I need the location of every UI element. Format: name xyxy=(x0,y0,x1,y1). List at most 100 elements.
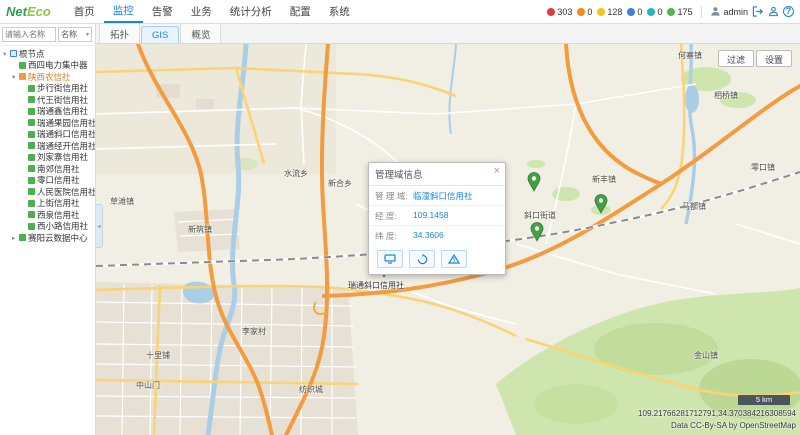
tree-item-branch[interactable]: 南郊信用社 xyxy=(0,163,95,175)
search-input[interactable] xyxy=(2,27,56,42)
popup-field-domain: 管 理 域: 临潼斜口信用社 xyxy=(369,186,505,206)
info-alarm-icon xyxy=(647,8,655,16)
chevron-down-icon: ▾ xyxy=(86,31,89,38)
site-node-icon xyxy=(28,165,35,172)
map-town-label: 相桥镇 xyxy=(714,90,738,101)
site-node-icon xyxy=(28,85,35,92)
tree-item-branch[interactable]: 步行街信用社 xyxy=(0,83,95,95)
menu-item-statistics[interactable]: 统计分析 xyxy=(221,0,281,23)
map-settings-button[interactable]: 设置 xyxy=(756,50,792,67)
tab-gis[interactable]: GIS xyxy=(141,26,179,43)
menu-item-business[interactable]: 业务 xyxy=(182,0,221,23)
pin-icon xyxy=(594,194,608,214)
tree-item-branch[interactable]: 瑞通果园信用社 xyxy=(0,117,95,129)
tree-item-shaanxi-rcc[interactable]: ▾陕西农信社 xyxy=(0,71,95,83)
tab-overview[interactable]: 概览 xyxy=(180,23,221,43)
site-node-icon xyxy=(28,188,35,195)
datacenter-node-icon xyxy=(19,234,26,241)
site-node-icon xyxy=(28,119,35,126)
tree-item-branch[interactable]: 西小路信用社 xyxy=(0,221,95,233)
map-town-label: 草滩镇 xyxy=(110,196,134,207)
map-marker[interactable] xyxy=(594,194,608,219)
current-user[interactable]: admin xyxy=(710,6,748,17)
map-marker[interactable] xyxy=(530,222,544,247)
map-town-label: 何寨镇 xyxy=(678,50,702,61)
neteco-logo: NetEco xyxy=(6,4,51,19)
menu-item-monitor[interactable]: 监控 xyxy=(104,0,143,23)
normal-status-icon xyxy=(667,8,675,16)
map-town-label: 李家村 xyxy=(242,326,266,337)
tree-item-root[interactable]: ▾根节点 xyxy=(0,48,95,60)
tree-item-branch[interactable]: 刘家寨信用社 xyxy=(0,152,95,164)
site-node-icon xyxy=(28,154,35,161)
tree-item-branch[interactable]: 瑞通经开信用社 xyxy=(0,140,95,152)
site-node-icon xyxy=(28,200,35,207)
alarm-badge-minor[interactable]: 128 xyxy=(597,7,622,17)
main-menu: 首页 监控 告警 业务 统计分析 配置 系统 xyxy=(65,0,359,23)
tree-item-branch[interactable]: 零口信用社 xyxy=(0,175,95,187)
menu-item-alarm[interactable]: 告警 xyxy=(143,0,182,23)
menu-item-config[interactable]: 配置 xyxy=(281,0,320,23)
map-town-label: 新筑镇 xyxy=(188,224,212,235)
menu-item-system[interactable]: 系统 xyxy=(320,0,359,23)
map-town-label: 马额镇 xyxy=(682,201,706,212)
chevron-down-icon[interactable]: ▾ xyxy=(12,73,19,81)
tree-item-datacenter[interactable]: ▸赛阳云数据中心 xyxy=(0,232,95,244)
popup-title: 管理域信息 × xyxy=(369,163,505,186)
map-filter-button[interactable]: 过滤 xyxy=(718,50,754,67)
alarm-badge-critical[interactable]: 303 xyxy=(547,7,572,17)
marker-label: 瑞通斜口信用社 xyxy=(348,280,404,291)
site-node-icon xyxy=(28,96,35,103)
alarm-badge-info[interactable]: 0 xyxy=(647,7,662,17)
minor-alarm-icon xyxy=(597,8,605,16)
tree-item-branch[interactable]: 代王街信用社 xyxy=(0,94,95,106)
map-town-label: 新丰镇 xyxy=(592,174,616,185)
chevron-right-icon[interactable]: ▸ xyxy=(12,234,19,242)
site-node-icon xyxy=(28,177,35,184)
map-attribution: Data CC-By-SA by OpenStreetMap xyxy=(671,421,796,430)
tab-topology[interactable]: 拓扑 xyxy=(99,23,140,43)
alarm-badge-warning[interactable]: 0 xyxy=(627,7,642,17)
site-node-icon xyxy=(28,108,35,115)
header-right-cluster: 303 0 128 0 0 175 admin ? xyxy=(547,6,794,18)
map-town-label: 零口镇 xyxy=(751,162,775,173)
device-icon xyxy=(384,254,396,264)
warning-alarm-icon xyxy=(627,8,635,16)
popup-action-buttons xyxy=(369,245,505,274)
sidebar-collapse-handle[interactable]: ◂ xyxy=(96,204,103,248)
map-town-label: 纺织城 xyxy=(299,384,323,395)
domain-link[interactable]: 临潼斜口信用社 xyxy=(413,190,473,202)
close-icon[interactable]: × xyxy=(494,165,500,177)
sync-icon xyxy=(417,254,428,265)
popup-field-latitude: 纬 度: 34.3606 xyxy=(369,226,505,245)
alarm-view-button[interactable] xyxy=(441,250,467,268)
alarm-badge-major[interactable]: 0 xyxy=(577,7,592,17)
tree-item-branch[interactable]: 瑞通鑫信用社 xyxy=(0,106,95,118)
popup-field-longitude: 经 度: 109.1458 xyxy=(369,206,505,226)
cursor-coordinates: 109.21766281712791,34.370384216308594 xyxy=(638,409,796,418)
main-panel: 拓扑 GIS 概览 xyxy=(96,24,800,435)
help-button[interactable]: ? xyxy=(783,6,794,17)
site-node-icon xyxy=(28,131,35,138)
gis-map: 何寨镇 相桥镇 新丰镇 马额镇 零口镇 斜口街道 西泉镇 新合乡 水流乡 新筑镇… xyxy=(96,44,800,435)
sync-button[interactable] xyxy=(409,250,435,268)
tree-item-branch[interactable]: 瑞通斜口信用社 xyxy=(0,129,95,141)
map-town-label: 金山镇 xyxy=(694,350,718,361)
tree-item-branch[interactable]: 上街信用社 xyxy=(0,198,95,210)
search-type-dropdown[interactable]: 名称 ▾ xyxy=(58,27,92,42)
tree-item-collector[interactable]: 西四电力集中器 xyxy=(0,60,95,72)
pin-icon xyxy=(527,172,541,192)
map-marker[interactable] xyxy=(527,172,541,197)
device-view-button[interactable] xyxy=(377,250,403,268)
tree-search-row: 名称 ▾ xyxy=(0,24,95,46)
tree-item-branch[interactable]: 人民医院信用社 xyxy=(0,186,95,198)
site-node-icon xyxy=(28,223,35,230)
logout-button[interactable] xyxy=(752,6,764,17)
switch-user-button[interactable] xyxy=(768,6,779,17)
tree-item-branch[interactable]: 西泉信用社 xyxy=(0,209,95,221)
monitor-icon xyxy=(10,50,17,57)
menu-item-home[interactable]: 首页 xyxy=(65,0,104,23)
chevron-down-icon[interactable]: ▾ xyxy=(3,50,10,58)
alarm-badge-normal[interactable]: 175 xyxy=(667,7,692,17)
content-area: 名称 ▾ ▾根节点 西四电力集中器 ▾陕西农信社 步行街信用社 代王街信用社 瑞… xyxy=(0,24,800,435)
